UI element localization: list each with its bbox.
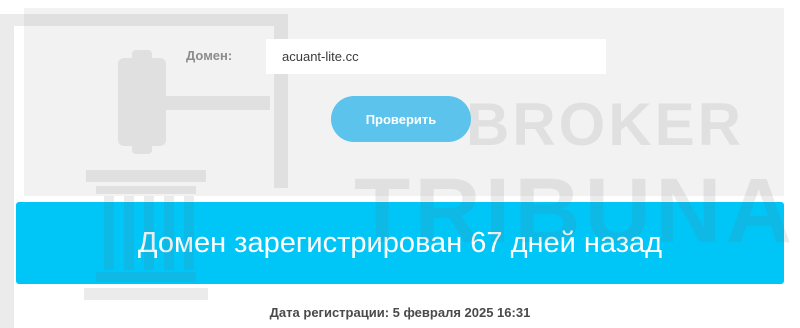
registration-date: Дата регистрации: 5 февраля 2025 16:31 (269, 305, 531, 320)
check-button[interactable]: Проверить (331, 96, 471, 142)
result-banner: Домен зарегистрирован 67 дней назад (16, 202, 784, 284)
domain-input[interactable] (266, 39, 606, 74)
domain-label: Домен: (186, 48, 233, 63)
domain-check-page: Домен: Проверить Домен зарегистрирован 6… (0, 0, 800, 328)
result-message: Домен зарегистрирован 67 дней назад (137, 226, 663, 259)
